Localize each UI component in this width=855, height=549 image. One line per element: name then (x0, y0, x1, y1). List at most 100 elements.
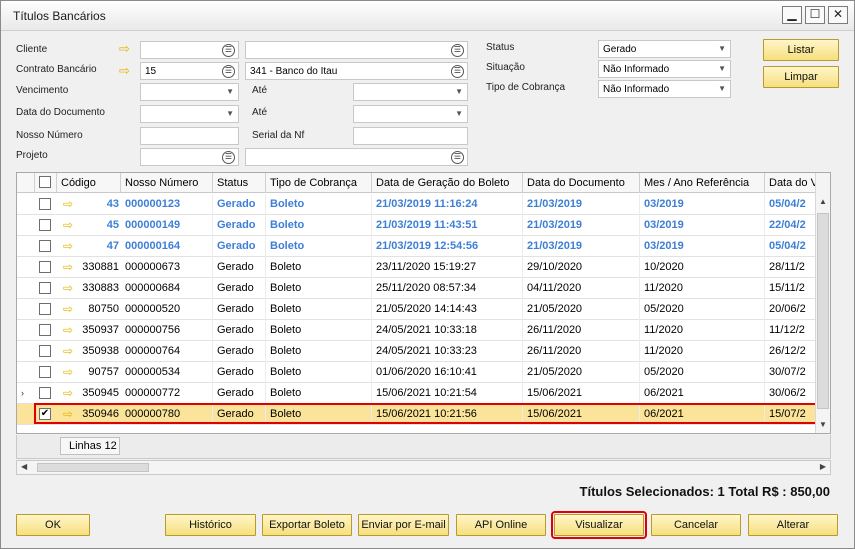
contrato-desc-choose-icon[interactable]: ☰ (451, 65, 464, 78)
row-checkbox[interactable] (39, 303, 51, 315)
minimize-button[interactable]: ▁ (782, 6, 802, 24)
row-link-arrow-icon[interactable]: ⇨ (63, 261, 73, 273)
vencimento-to-input[interactable]: ▼ (353, 83, 468, 101)
table-row[interactable]: ⇨ 90757 000000534 Gerado Boleto 01/06/2020 16… (17, 362, 830, 383)
cell-mes-ano: 05/2020 (640, 299, 765, 320)
horizontal-scrollbar[interactable]: ◀ ▶ (16, 460, 831, 475)
ok-button[interactable]: OK (16, 514, 90, 536)
status-select[interactable]: Gerado ▼ (598, 40, 731, 58)
contrato-code-input[interactable]: 15 ☰ (140, 62, 239, 80)
col-status[interactable]: Status (213, 173, 266, 193)
table-row[interactable]: ✔ ⇨ 350946 000000780 Gerado Boleto 15/06/2021 … (17, 404, 830, 425)
row-checkbox[interactable] (39, 387, 51, 399)
projeto-name-choose-icon[interactable]: ☰ (451, 151, 464, 164)
projeto-code-input[interactable]: ☰ (140, 148, 239, 166)
col-mes-ano[interactable]: Mes / Ano Referência (640, 173, 765, 193)
row-checkbox[interactable] (39, 345, 51, 357)
row-checkbox[interactable] (39, 324, 51, 336)
table-row[interactable]: ⇨ 47 000000164 Gerado Boleto 21/03/2019 12:54… (17, 236, 830, 257)
maximize-button[interactable]: ☐ (805, 6, 825, 24)
cliente-name-input[interactable]: ☰ (245, 41, 468, 59)
row-link-arrow-icon[interactable]: ⇨ (63, 366, 73, 378)
enviar-email-button[interactable]: Enviar por E-mail (358, 514, 449, 536)
row-link-arrow-icon[interactable]: ⇨ (63, 324, 73, 336)
scroll-down-icon[interactable]: ▼ (819, 420, 827, 429)
row-link-arrow-icon[interactable]: ⇨ (63, 282, 73, 294)
col-data-documento[interactable]: Data do Documento (523, 173, 640, 193)
row-link-arrow-icon[interactable]: ⇨ (63, 408, 73, 420)
exportar-boleto-button[interactable]: Exportar Boleto (262, 514, 352, 536)
cancelar-button[interactable]: Cancelar (651, 514, 741, 536)
row-link-arrow-icon[interactable]: ⇨ (63, 345, 73, 357)
close-button[interactable]: ✕ (828, 6, 848, 24)
horizontal-scroll-thumb[interactable] (37, 463, 149, 472)
cell-nosso-numero: 000000673 (121, 257, 213, 278)
vertical-scrollbar[interactable]: ▲ ▼ (815, 173, 830, 433)
tipo-cobranca-select[interactable]: Não Informado ▼ (598, 80, 731, 98)
visualizar-button[interactable]: Visualizar (551, 511, 647, 539)
row-checkbox[interactable]: ✔ (39, 408, 51, 420)
col-data-geracao[interactable]: Data de Geração do Boleto (372, 173, 523, 193)
historico-button[interactable]: Histórico (165, 514, 256, 536)
api-online-button[interactable]: API Online (456, 514, 546, 536)
projeto-name-input[interactable]: ☰ (245, 148, 468, 166)
vencimento-from-input[interactable]: ▼ (140, 83, 239, 101)
situacao-select[interactable]: Não Informado ▼ (598, 60, 731, 78)
cliente-link-arrow-icon[interactable]: ⇨ (119, 42, 130, 55)
chevron-down-icon[interactable]: ▼ (226, 87, 234, 96)
col-codigo[interactable]: Código (57, 173, 121, 193)
table-row[interactable]: ⇨ 80750 000000520 Gerado Boleto 21/05/2020 14… (17, 299, 830, 320)
scroll-left-icon[interactable]: ◀ (21, 462, 27, 471)
row-link-arrow-icon[interactable]: ⇨ (63, 219, 73, 231)
data-documento-to-input[interactable]: ▼ (353, 105, 468, 123)
row-checkbox[interactable] (39, 261, 51, 273)
row-checkbox[interactable] (39, 219, 51, 231)
row-link-arrow-icon[interactable]: ⇨ (63, 387, 73, 399)
tipo-cobranca-label: Tipo de Cobrança (486, 82, 566, 93)
table-row[interactable]: ⇨ 330883 000000684 Gerado Boleto 25/11/2020 0… (17, 278, 830, 299)
row-link-arrow-icon[interactable]: ⇨ (63, 240, 73, 252)
table-row[interactable]: › ⇨ 350945 000000772 Gerado Boleto 15/06/2021 … (17, 383, 830, 404)
cliente-code-input[interactable]: ☰ (140, 41, 239, 59)
scroll-up-icon[interactable]: ▲ (819, 197, 827, 206)
serial-nf-input[interactable] (353, 127, 468, 145)
chevron-down-icon[interactable]: ▼ (455, 109, 463, 118)
col-nosso-numero[interactable]: Nosso Número (121, 173, 213, 193)
scroll-right-icon[interactable]: ▶ (820, 462, 826, 471)
vencimento-ate-label: Até (252, 85, 268, 96)
contrato-desc-input[interactable]: 341 - Banco do Itau ☰ (245, 62, 468, 80)
cliente-choose-icon[interactable]: ☰ (222, 44, 235, 57)
alterar-button[interactable]: Alterar (748, 514, 838, 536)
row-link-arrow-icon[interactable]: ⇨ (63, 303, 73, 315)
chevron-down-icon[interactable]: ▼ (718, 84, 726, 93)
select-all-checkbox[interactable] (39, 176, 51, 188)
contrato-link-arrow-icon[interactable]: ⇨ (119, 64, 130, 77)
table-row[interactable]: ⇨ 45 000000149 Gerado Boleto 21/03/2019 11:43… (17, 215, 830, 236)
table-row[interactable]: ⇨ 43 000000123 Gerado Boleto 21/03/2019 11:16… (17, 194, 830, 215)
chevron-down-icon[interactable]: ▼ (718, 44, 726, 53)
select-all-header[interactable] (35, 173, 57, 193)
limpar-button[interactable]: Limpar (763, 66, 839, 88)
table-row[interactable]: ⇨ 350937 000000756 Gerado Boleto 24/05/2021 1… (17, 320, 830, 341)
cliente-name-choose-icon[interactable]: ☰ (451, 44, 464, 57)
table-row[interactable]: ⇨ 330881 000000673 Gerado Boleto 23/11/2020 1… (17, 257, 830, 278)
cell-nosso-numero: 000000534 (121, 362, 213, 383)
scroll-thumb[interactable] (817, 213, 829, 409)
nosso-numero-input[interactable] (140, 127, 239, 145)
chevron-down-icon[interactable]: ▼ (226, 109, 234, 118)
col-tipo-cobranca[interactable]: Tipo de Cobrança (266, 173, 372, 193)
data-documento-from-input[interactable]: ▼ (140, 105, 239, 123)
contrato-choose-icon[interactable]: ☰ (222, 65, 235, 78)
table-row[interactable]: ⇨ 350938 000000764 Gerado Boleto 24/05/2021 1… (17, 341, 830, 362)
listar-button[interactable]: Listar (763, 39, 839, 61)
col-data-venc[interactable]: Data do Venc (765, 173, 817, 193)
projeto-choose-icon[interactable]: ☰ (222, 151, 235, 164)
row-link-arrow-icon[interactable]: ⇨ (63, 198, 73, 210)
row-checkbox[interactable] (39, 366, 51, 378)
chevron-down-icon[interactable]: ▼ (455, 87, 463, 96)
chevron-down-icon[interactable]: ▼ (718, 64, 726, 73)
row-checkbox[interactable] (39, 240, 51, 252)
row-checkbox[interactable] (39, 198, 51, 210)
cell-status: Gerado (213, 215, 266, 236)
row-checkbox[interactable] (39, 282, 51, 294)
